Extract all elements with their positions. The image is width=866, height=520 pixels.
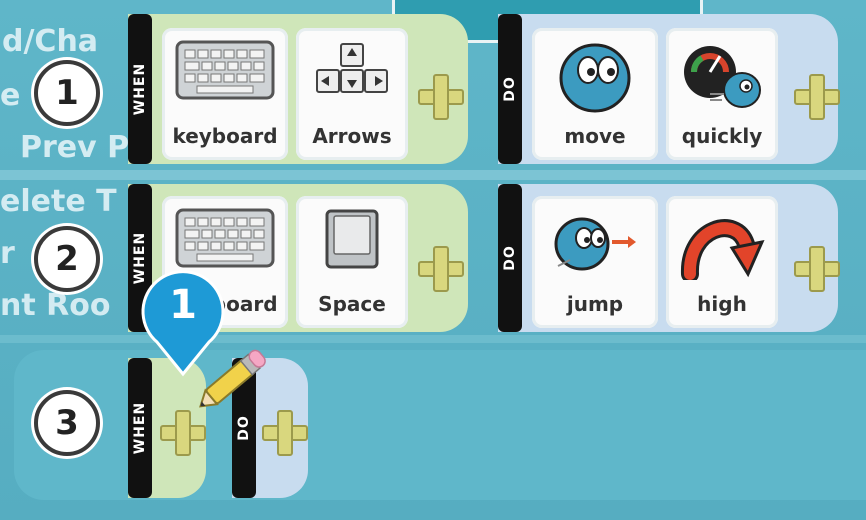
card-label: Arrows [312, 124, 392, 148]
speedometer-icon [684, 46, 761, 108]
jump-character-icon [554, 217, 636, 271]
card-label: move [564, 124, 626, 148]
row-divider [0, 335, 866, 343]
row-divider [0, 170, 866, 180]
do-panel[interactable]: DO move quickly [498, 14, 840, 164]
card-label: jump [566, 292, 624, 316]
do-label: DO [498, 14, 522, 164]
keyboard-icon [175, 40, 275, 100]
move-character-icon [559, 43, 631, 113]
menu-item-partial-2[interactable]: e [0, 78, 20, 113]
when-panel[interactable]: WHEN keyboard Arrows [128, 14, 468, 164]
do-card-high[interactable]: high [666, 196, 778, 328]
when-card-space[interactable]: Space [296, 196, 408, 328]
rule-number-badge: 3 [34, 390, 100, 456]
card-label: Space [318, 292, 386, 316]
card-label: quickly [681, 124, 763, 148]
menu-item-partial-1[interactable]: d/Cha [2, 24, 98, 59]
when-label: WHEN [128, 14, 152, 164]
keyboard-icon [175, 208, 275, 268]
rule-number-badge: 1 [34, 60, 100, 126]
add-do-icon[interactable] [794, 246, 840, 292]
add-when-icon[interactable] [418, 246, 464, 292]
do-card-quickly[interactable]: quickly [666, 28, 778, 160]
add-when-icon[interactable] [418, 74, 464, 120]
menu-item-partial-5[interactable]: r [0, 236, 15, 271]
when-card-arrows[interactable]: Arrows [296, 28, 408, 160]
do-card-move[interactable]: move [532, 28, 658, 160]
arrow-keys-icon [316, 43, 388, 93]
add-do-icon[interactable] [794, 74, 840, 120]
do-label: DO [498, 184, 522, 332]
when-card-keyboard[interactable]: keyboard [162, 28, 288, 160]
rules-editor: d/Cha e Prev P elete T r nt Roo 1 WHEN k… [0, 0, 866, 520]
menu-item-partial-4[interactable]: elete T [0, 184, 117, 219]
rule-number-badge: 2 [34, 226, 100, 292]
do-panel[interactable]: DO jump high [498, 184, 840, 332]
card-label: keyboard [172, 124, 278, 148]
space-key-icon [325, 209, 379, 269]
step-marker-number: 1 [169, 282, 197, 328]
menu-item-partial-6[interactable]: nt Roo [0, 288, 110, 323]
curved-arrow-icon [681, 219, 765, 280]
card-label: high [697, 292, 747, 316]
do-card-jump[interactable]: jump [532, 196, 658, 328]
menu-item-partial-3[interactable]: Prev P [20, 130, 129, 165]
